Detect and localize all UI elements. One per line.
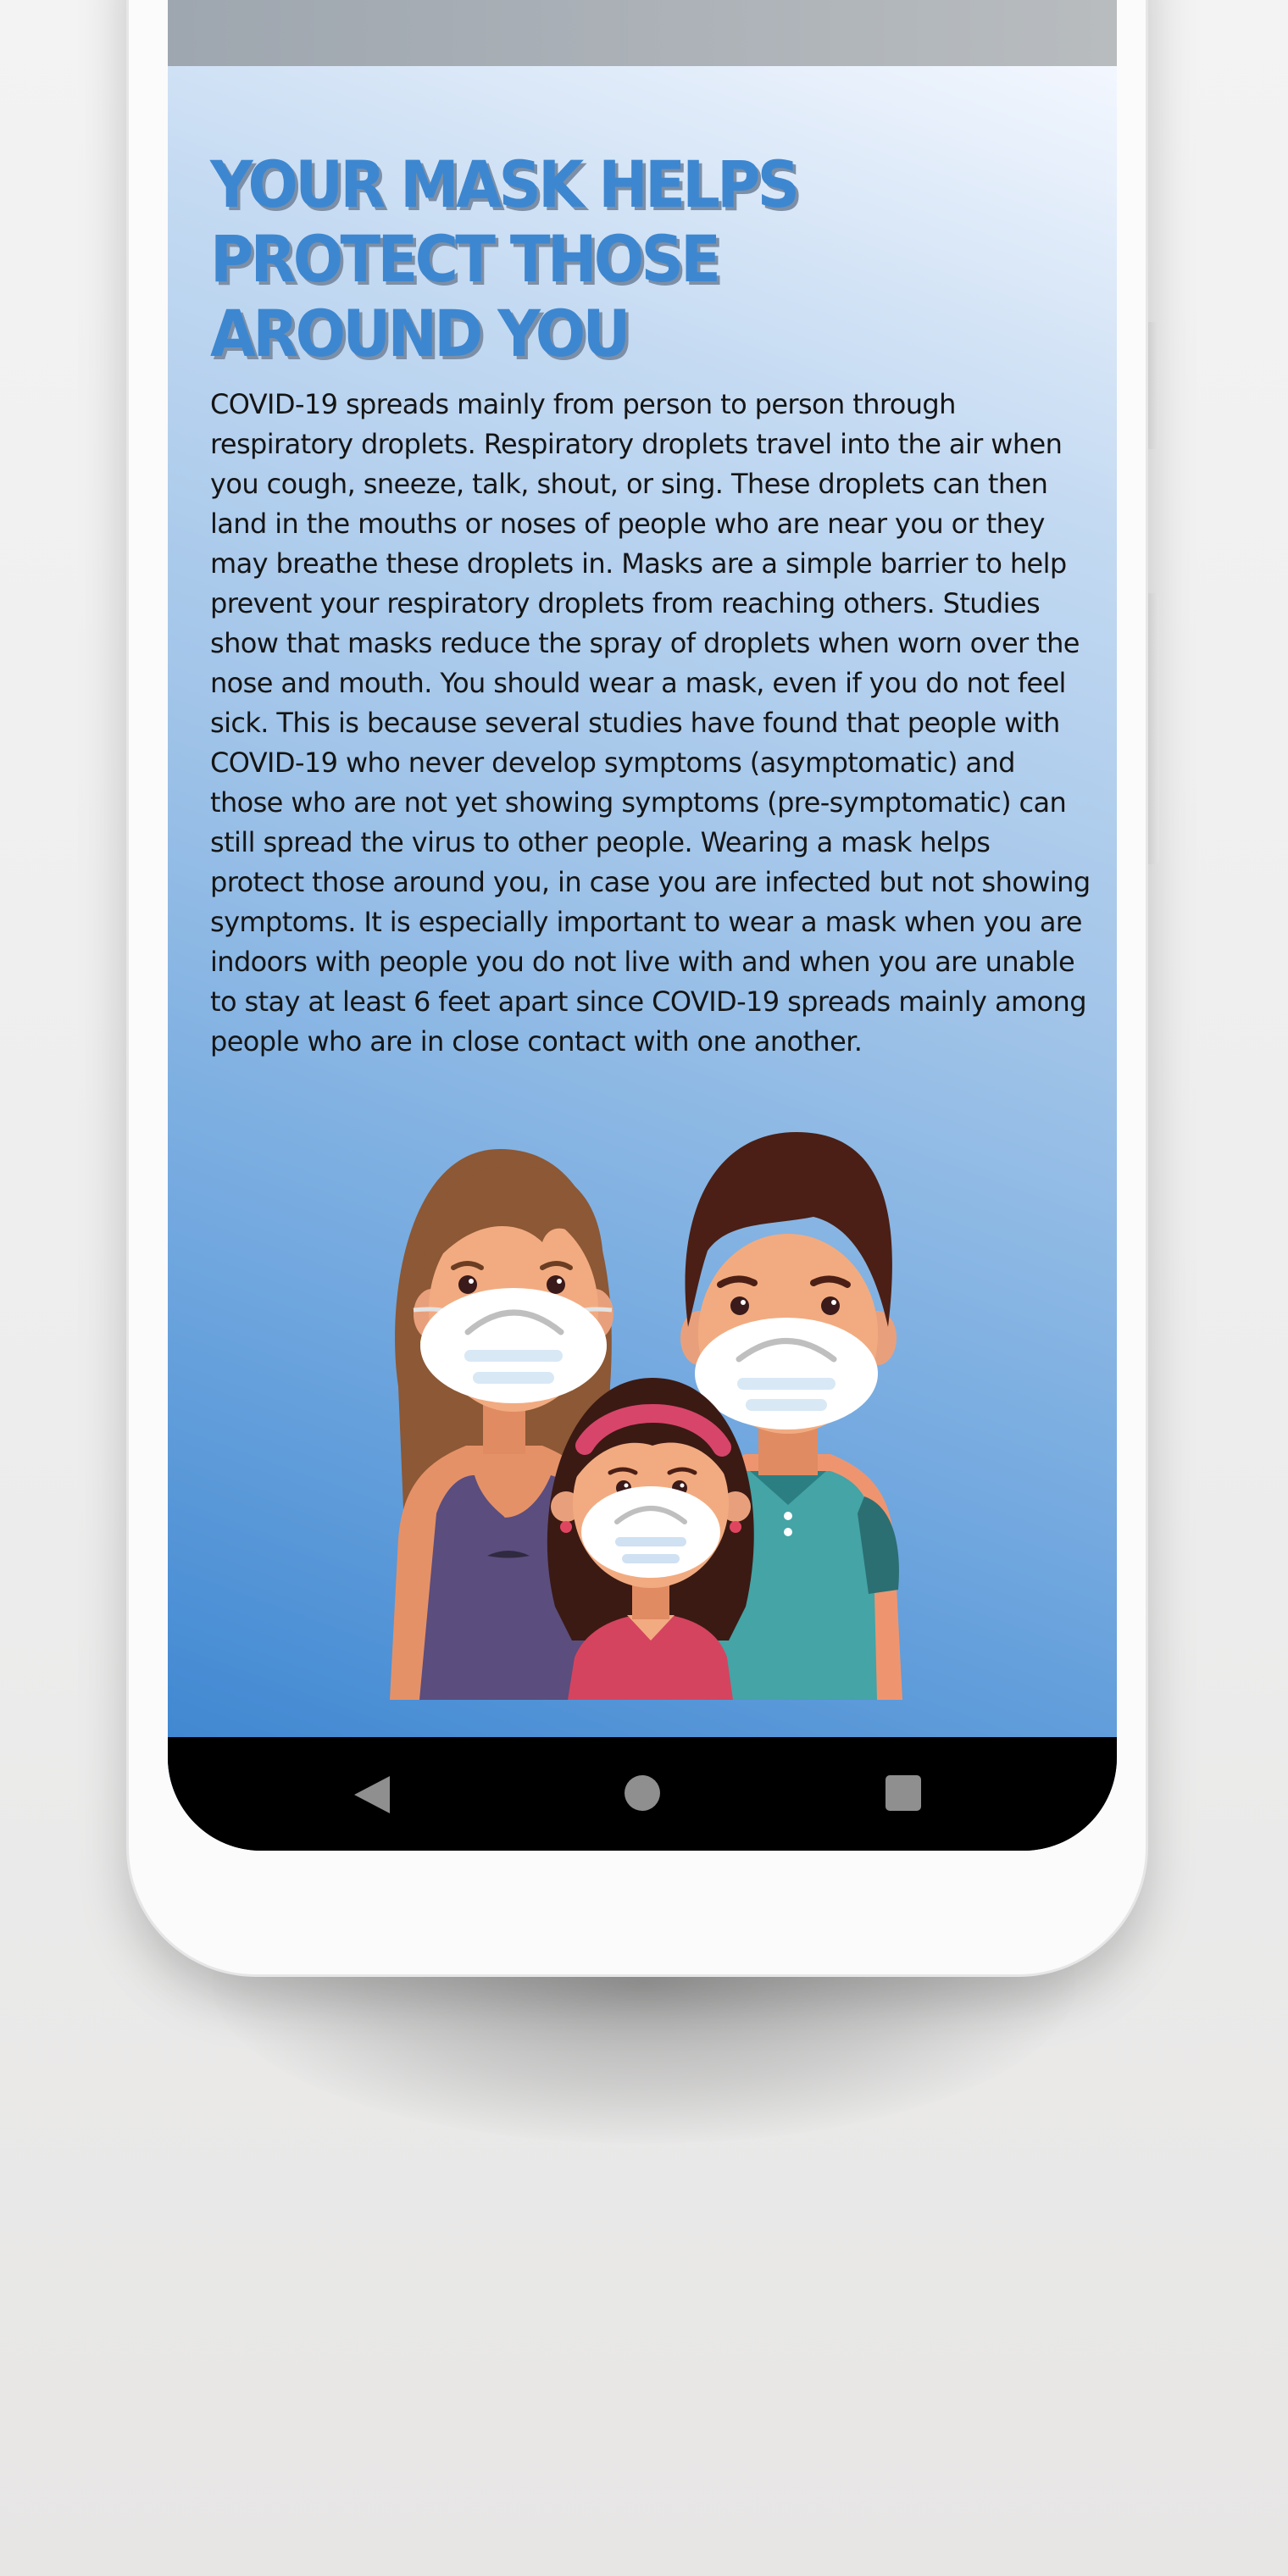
volume-button — [1146, 322, 1159, 449]
nav-home-button[interactable] — [624, 1774, 661, 1815]
recents-square-icon — [886, 1775, 921, 1811]
article-title: YOUR MASK HELPS PROTECT THOSE AROUND YOU — [210, 147, 800, 371]
status-bar — [168, 0, 1117, 66]
nav-recents-button[interactable] — [885, 1774, 922, 1815]
back-triangle-icon — [354, 1776, 390, 1813]
nav-back-button[interactable] — [353, 1774, 391, 1818]
android-navigation-bar — [168, 1737, 1117, 1851]
phone-screen: YOUR MASK HELPS PROTECT THOSE AROUND YOU… — [168, 0, 1117, 1851]
girl-figure — [547, 1378, 754, 1700]
article-body: COVID-19 spreads mainly from person to p… — [210, 388, 1091, 1058]
family-wearing-masks-illustration — [390, 1132, 902, 1700]
man-mask — [695, 1318, 878, 1430]
article-content[interactable]: YOUR MASK HELPS PROTECT THOSE AROUND YOU… — [168, 66, 1117, 1803]
power-button — [1146, 593, 1159, 864]
home-circle-icon — [625, 1775, 660, 1811]
phone-frame: YOUR MASK HELPS PROTECT THOSE AROUND YOU… — [129, 0, 1146, 1974]
girl-mask — [581, 1486, 720, 1578]
